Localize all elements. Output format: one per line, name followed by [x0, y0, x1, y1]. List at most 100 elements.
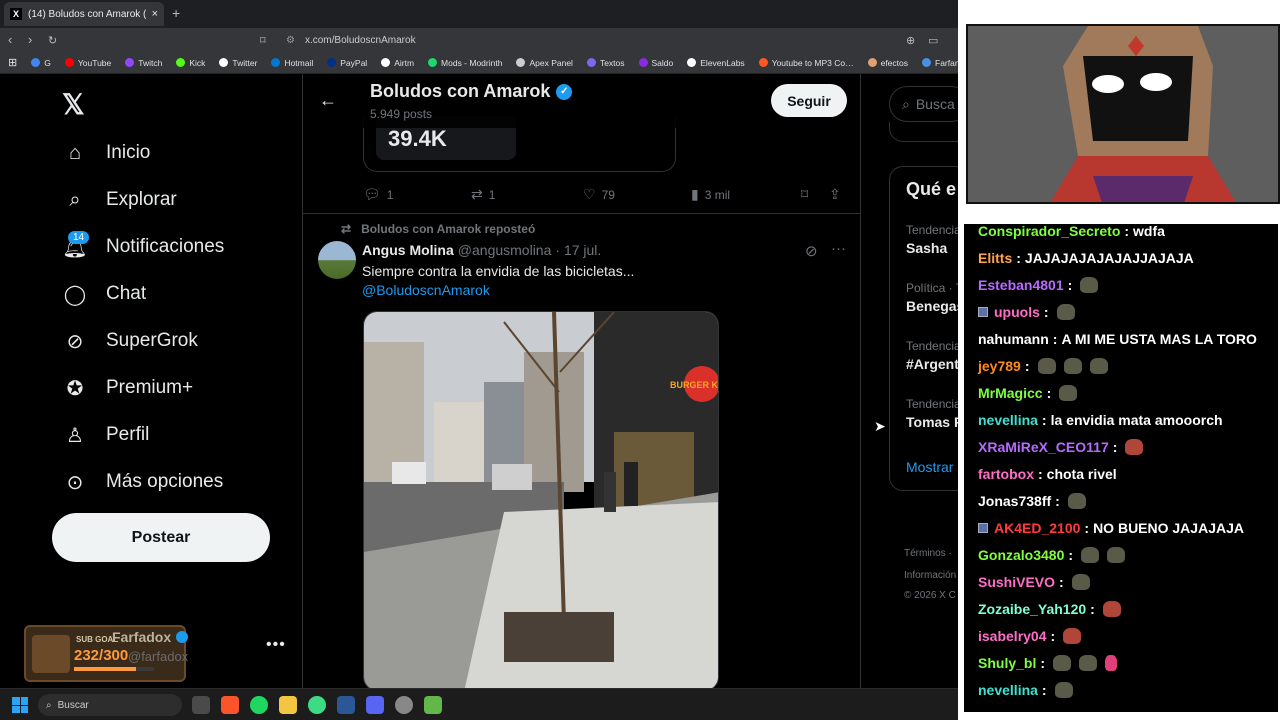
- stream-overlay: Conspirador_Secreto: wdfa Elitts: JAJAJAJAJ…: [958, 0, 1280, 720]
- audio-app-icon[interactable]: [337, 696, 355, 714]
- reply-button[interactable]: 💬︎ 1: [363, 186, 393, 203]
- new-tab-button[interactable]: +: [172, 5, 180, 21]
- chat-separator: :: [1043, 304, 1049, 320]
- spotify-icon[interactable]: [250, 696, 268, 714]
- repost-indicator[interactable]: ⇄ Boludos con Amarok reposteó: [341, 222, 535, 236]
- post-button[interactable]: Postear: [52, 513, 270, 562]
- back-arrow-icon[interactable]: ←: [319, 90, 337, 111]
- post-more-icon[interactable]: ···: [831, 240, 846, 257]
- author-handle[interactable]: @angusmolina: [458, 242, 552, 258]
- account-switcher[interactable]: SUB GOAL Farfadox 232/300 @farfadox: [24, 625, 188, 682]
- nav-item-inicio[interactable]: ⌂ Inicio: [62, 140, 150, 166]
- chat-username: nahumann: [978, 331, 1049, 347]
- chat-username: Zozaibe_Yah120: [978, 601, 1087, 617]
- bookmark-item[interactable]: Airtm: [381, 58, 414, 68]
- profile-name: Boludos con Amarok ✓: [370, 81, 573, 102]
- author-avatar[interactable]: [318, 241, 356, 279]
- bookmark-icon[interactable]: ⌑: [260, 34, 266, 47]
- chat-separator: :: [1112, 439, 1118, 455]
- nav-item-supergrok[interactable]: ⊘ SuperGrok: [62, 328, 198, 354]
- nav-item-perfil[interactable]: ♙ Perfil: [62, 422, 149, 448]
- forward-arrow-icon[interactable]: ›: [28, 32, 32, 47]
- nav-item-premium-[interactable]: ✪ Premium+: [62, 375, 194, 401]
- footer-info[interactable]: Información: [904, 570, 956, 581]
- vtuber-camera: [966, 24, 1280, 204]
- grok-icon: ⊘: [66, 330, 84, 353]
- app2-icon[interactable]: [366, 696, 384, 714]
- bookmark-item[interactable]: Twitch: [125, 58, 162, 68]
- address-bar[interactable]: ⚙ x.com/BoludoscnAmarok: [280, 31, 950, 49]
- site-info-icon[interactable]: ⚙: [286, 35, 295, 46]
- search-input[interactable]: ⌕ Busca: [889, 86, 960, 122]
- follow-button[interactable]: Seguir: [771, 84, 847, 117]
- bookmark-item[interactable]: Youtube to MP3 Co…: [758, 58, 854, 68]
- reload-icon[interactable]: ↻: [48, 34, 57, 47]
- bookmark-item[interactable]: Farfania Panel: [922, 58, 960, 68]
- brave-browser-icon[interactable]: [221, 696, 239, 714]
- apps-grid-icon[interactable]: ⊞: [8, 56, 17, 69]
- trend-item[interactable]: Tendencia #Argent: [906, 339, 960, 372]
- bookmark-item[interactable]: PayPal: [327, 58, 367, 68]
- show-more-link[interactable]: Mostrar: [906, 459, 953, 475]
- bookmark-item[interactable]: Textos: [586, 58, 625, 68]
- chat-message: XRaMiReX_CEO117:: [978, 439, 1144, 455]
- bookmark-item[interactable]: Hotmail: [271, 58, 313, 68]
- bookmark-item[interactable]: YouTube: [64, 58, 111, 68]
- chat-separator: :: [1084, 520, 1090, 536]
- search-icon: ⌕: [902, 95, 910, 112]
- share-button[interactable]: ⇪: [829, 186, 847, 203]
- app-icon[interactable]: [308, 696, 326, 714]
- nav-item-chat[interactable]: ◯ Chat: [62, 281, 146, 307]
- task-view-icon[interactable]: [192, 696, 210, 714]
- trend-item[interactable]: Política · T Benegas: [906, 281, 960, 314]
- post-mention-link[interactable]: @BoludoscnAmarok: [362, 282, 490, 298]
- nav-item-label: Chat: [106, 283, 147, 304]
- bookmark-item[interactable]: Twitter: [219, 58, 257, 68]
- nav-item-m-s-opciones[interactable]: ⊙ Más opciones: [62, 469, 224, 495]
- bookmark-item[interactable]: ElevenLabs: [687, 58, 745, 68]
- bookmark-item[interactable]: Saldo: [638, 58, 673, 68]
- chat-username: isabelry04: [978, 628, 1047, 644]
- bookmark-item[interactable]: efectos: [867, 58, 908, 68]
- repost-button[interactable]: ⇄ 1: [471, 186, 495, 203]
- taskbar-search[interactable]: ⌕ Buscar: [38, 694, 182, 716]
- footer-terms[interactable]: Términos ·: [904, 548, 952, 559]
- author-name[interactable]: Angus Molina: [362, 242, 454, 258]
- trend-context: Tendencia: [906, 223, 960, 237]
- file-explorer-icon[interactable]: [279, 696, 297, 714]
- like-button[interactable]: ♡ 79: [583, 186, 615, 203]
- bookmark-button[interactable]: ⌑: [801, 186, 814, 203]
- x-logo-icon[interactable]: 𝕏: [62, 88, 85, 121]
- back-arrow-icon[interactable]: ‹: [8, 32, 12, 47]
- bookmark-label: PayPal: [340, 57, 368, 68]
- windows-start-icon[interactable]: [12, 697, 28, 713]
- url-text: x.com/BoludoscnAmarok: [304, 34, 416, 46]
- chat-emote-icon: [1125, 439, 1144, 455]
- obs-icon[interactable]: [395, 696, 413, 714]
- close-tab-icon[interactable]: ×: [152, 8, 158, 20]
- views-button[interactable]: ▮ 3 mil: [691, 186, 730, 203]
- account-more-icon[interactable]: •••: [266, 636, 286, 654]
- bookmark-item[interactable]: G: [31, 58, 51, 68]
- trend-item[interactable]: Tendencia Tomas F: [906, 397, 960, 430]
- bookmark-item[interactable]: Apex Panel: [516, 58, 573, 68]
- chat-message: SushiVEVO:: [978, 574, 1090, 590]
- browser-tab[interactable]: X (14) Boludos con Amarok (@Bol… ×: [4, 2, 164, 26]
- chat-emote-icon: [1063, 628, 1082, 644]
- post-photo[interactable]: BURGER KING: [363, 311, 719, 688]
- chat-emote-icon: [1063, 358, 1082, 374]
- zoom-icon[interactable]: ⊕: [906, 34, 915, 47]
- cast-icon[interactable]: ▭: [928, 34, 938, 47]
- nav-item-explorar[interactable]: ⌕ Explorar: [62, 187, 176, 213]
- bookmark-item[interactable]: Mods - Modrinth: [428, 58, 502, 68]
- bookmark-favicon-icon: [516, 58, 526, 67]
- chat-message: nevellina:: [978, 682, 1073, 698]
- minecraft-icon[interactable]: [424, 696, 442, 714]
- chat-emote-icon: [1080, 277, 1099, 293]
- trend-item[interactable]: Tendencia Sasha: [906, 223, 960, 256]
- bookmark-item[interactable]: Kick: [176, 58, 205, 68]
- grok-icon[interactable]: ⊘: [805, 242, 818, 260]
- chat-separator: :: [1068, 547, 1074, 563]
- post-date[interactable]: · 17 jul.: [555, 242, 601, 258]
- reply-count: 1: [386, 187, 394, 202]
